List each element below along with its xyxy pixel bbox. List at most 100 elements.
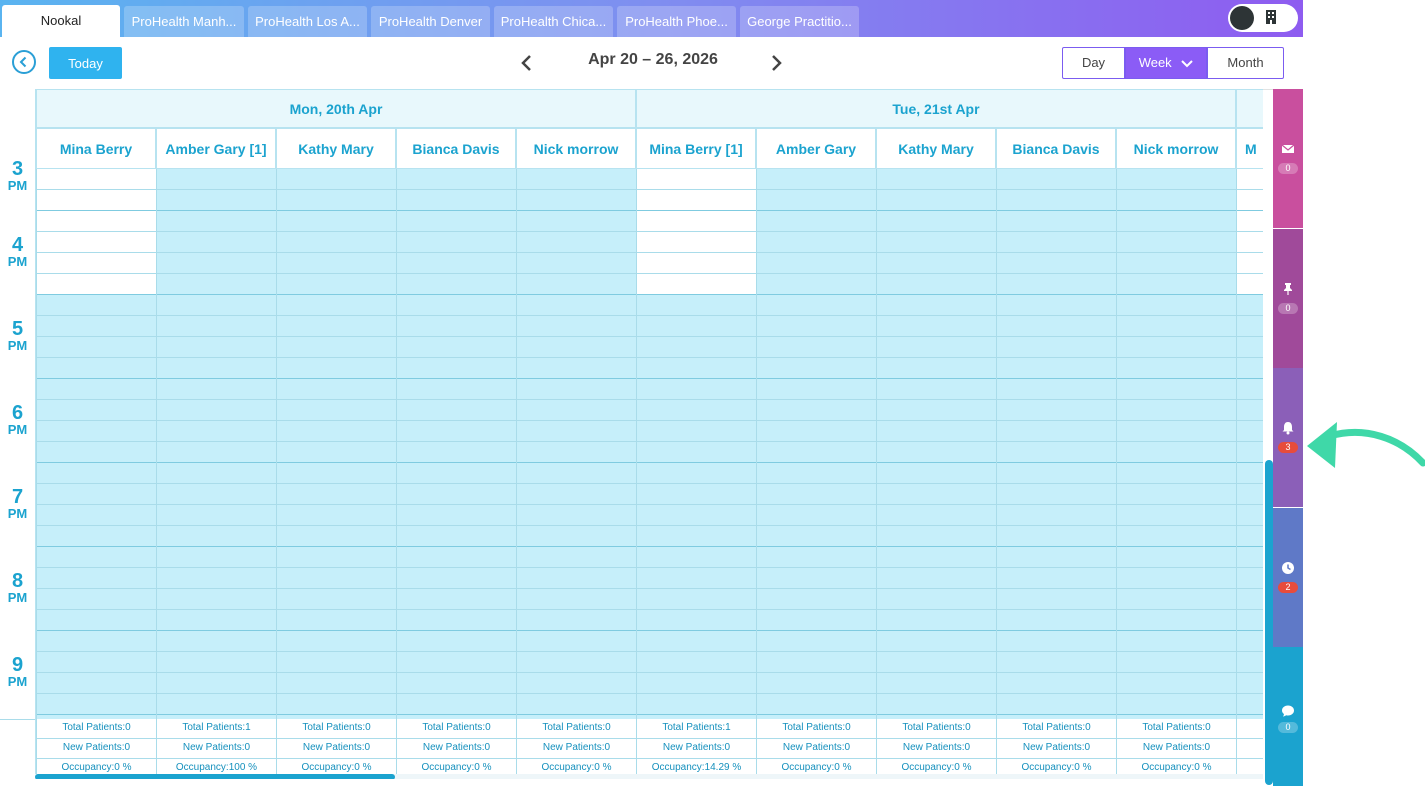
time-slot[interactable] (157, 526, 276, 547)
time-slot[interactable] (157, 337, 276, 358)
practitioner-header[interactable]: Kathy Mary (276, 128, 396, 169)
time-slot[interactable] (637, 190, 756, 211)
time-slot[interactable] (397, 547, 516, 568)
time-slot[interactable] (877, 274, 996, 295)
time-slot[interactable] (37, 337, 156, 358)
time-slot[interactable] (1237, 631, 1263, 652)
time-slot[interactable] (877, 547, 996, 568)
time-slot[interactable] (637, 400, 756, 421)
time-slot[interactable] (637, 421, 756, 442)
time-slot[interactable] (277, 484, 396, 505)
time-slot[interactable] (397, 190, 516, 211)
time-slot[interactable] (997, 253, 1116, 274)
time-slot[interactable] (637, 337, 756, 358)
time-slot[interactable] (517, 652, 636, 673)
time-slot[interactable] (277, 274, 396, 295)
time-slot[interactable] (1237, 400, 1263, 421)
time-slot[interactable] (517, 463, 636, 484)
panel-bell-button[interactable]: 3 (1273, 368, 1303, 508)
time-slot[interactable] (157, 190, 276, 211)
clinic-tab[interactable]: ProHealth Chica... (494, 6, 613, 37)
time-slot[interactable] (157, 169, 276, 190)
today-button[interactable]: Today (49, 47, 122, 79)
time-slot[interactable] (877, 694, 996, 715)
time-slot[interactable] (1237, 673, 1263, 694)
time-slot[interactable] (277, 232, 396, 253)
time-slot[interactable] (1237, 274, 1263, 295)
time-slot[interactable] (757, 190, 876, 211)
time-slot[interactable] (517, 442, 636, 463)
panel-chat-button[interactable]: 0 (1273, 647, 1303, 787)
time-slot[interactable] (757, 379, 876, 400)
time-slot[interactable] (37, 379, 156, 400)
time-slot[interactable] (1117, 463, 1236, 484)
time-slot[interactable] (997, 463, 1116, 484)
time-slot[interactable] (1237, 526, 1263, 547)
time-slot[interactable] (517, 589, 636, 610)
time-slot[interactable] (877, 421, 996, 442)
time-slot[interactable] (1117, 358, 1236, 379)
time-slot[interactable] (877, 568, 996, 589)
time-slot[interactable] (157, 547, 276, 568)
time-slot[interactable] (997, 358, 1116, 379)
time-slot[interactable] (157, 400, 276, 421)
time-slot[interactable] (1237, 253, 1263, 274)
time-slot[interactable] (1237, 337, 1263, 358)
time-slot[interactable] (1237, 211, 1263, 232)
time-slot[interactable] (757, 505, 876, 526)
time-slot[interactable] (157, 232, 276, 253)
time-slot[interactable] (157, 274, 276, 295)
time-slot[interactable] (277, 673, 396, 694)
time-slot[interactable] (1237, 568, 1263, 589)
time-slot[interactable] (757, 547, 876, 568)
time-slot[interactable] (997, 232, 1116, 253)
time-slot[interactable] (37, 610, 156, 631)
time-slot[interactable] (637, 547, 756, 568)
time-slot[interactable] (37, 274, 156, 295)
time-slot[interactable] (997, 568, 1116, 589)
time-slot[interactable] (757, 337, 876, 358)
time-slot[interactable] (277, 253, 396, 274)
time-slot[interactable] (517, 211, 636, 232)
time-slot[interactable] (997, 547, 1116, 568)
time-slot[interactable] (517, 610, 636, 631)
time-slot[interactable] (157, 484, 276, 505)
time-slot[interactable] (877, 253, 996, 274)
time-slot[interactable] (397, 232, 516, 253)
time-slot[interactable] (517, 232, 636, 253)
time-slot[interactable] (37, 169, 156, 190)
back-button[interactable] (12, 50, 36, 74)
time-slot[interactable] (637, 295, 756, 316)
time-slot[interactable] (997, 400, 1116, 421)
time-slot[interactable] (1117, 673, 1236, 694)
time-slot[interactable] (397, 421, 516, 442)
clinic-tab[interactable]: ProHealth Phoe... (617, 6, 736, 37)
time-slot[interactable] (757, 442, 876, 463)
clinic-tab[interactable]: George Practitio... (740, 6, 859, 37)
theme-toggle[interactable] (1228, 4, 1298, 32)
time-slot[interactable] (277, 190, 396, 211)
time-slot[interactable] (37, 694, 156, 715)
time-slot[interactable] (877, 295, 996, 316)
practitioner-header[interactable]: Nick morrow (1116, 128, 1236, 169)
time-slot[interactable] (637, 631, 756, 652)
time-slot[interactable] (37, 505, 156, 526)
time-slot[interactable] (37, 421, 156, 442)
time-slot[interactable] (397, 253, 516, 274)
time-slot[interactable] (397, 589, 516, 610)
time-slot[interactable] (757, 652, 876, 673)
time-slot[interactable] (157, 589, 276, 610)
time-slot[interactable] (517, 526, 636, 547)
time-slot[interactable] (1117, 694, 1236, 715)
time-slot[interactable] (517, 169, 636, 190)
time-slot[interactable] (517, 295, 636, 316)
time-slot[interactable] (397, 673, 516, 694)
time-slot[interactable] (397, 211, 516, 232)
time-slot[interactable] (1237, 358, 1263, 379)
time-slot[interactable] (397, 379, 516, 400)
time-slot[interactable] (517, 505, 636, 526)
time-slot[interactable] (397, 337, 516, 358)
time-slot[interactable] (397, 316, 516, 337)
time-slot[interactable] (1237, 232, 1263, 253)
next-week-button[interactable] (766, 53, 786, 73)
